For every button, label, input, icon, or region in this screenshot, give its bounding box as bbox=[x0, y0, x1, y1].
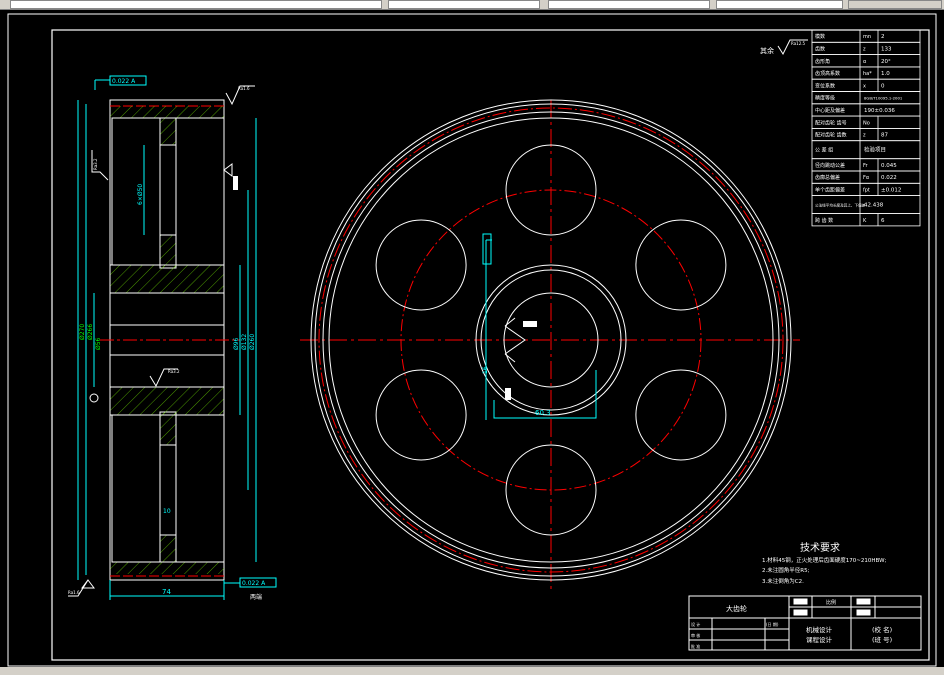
school-name: (校 名) bbox=[872, 625, 892, 634]
class-number: (班 号) bbox=[872, 635, 892, 644]
param-name: 中心距及偏差 bbox=[815, 107, 845, 114]
roughness-mark: Ra1.6 bbox=[238, 86, 250, 91]
keyway-depth-dim: 60.3 bbox=[535, 409, 551, 417]
param-value: 检验项目 bbox=[864, 146, 886, 154]
param-name: 变位系数 bbox=[815, 82, 835, 89]
date-label: (日 期) bbox=[766, 621, 779, 627]
param-name: 齿顶高系数 bbox=[815, 70, 840, 77]
roughness-value-box bbox=[233, 176, 238, 190]
param-name: 公 差 组 bbox=[815, 147, 833, 154]
lightening-hole-lower bbox=[159, 444, 177, 536]
param-symbol: fpt bbox=[863, 187, 870, 193]
rim-inner-dim: Ø260 bbox=[249, 334, 256, 350]
web-thickness-dim: 10 bbox=[163, 508, 171, 515]
status-bar bbox=[0, 667, 944, 675]
param-value: 0.045 bbox=[881, 163, 897, 169]
designer-label: 设 计 bbox=[691, 621, 700, 627]
param-value: 2 bbox=[881, 34, 885, 40]
color-dropdown[interactable] bbox=[388, 0, 540, 9]
param-symbol: Fα bbox=[863, 175, 870, 181]
bore-diameter-dim: Ø56 bbox=[95, 337, 102, 350]
param-symbol: ha* bbox=[863, 71, 872, 77]
course-line-1: 机械设计 bbox=[806, 625, 833, 634]
tech-req-item: 3.未注倒角为C2. bbox=[762, 577, 804, 585]
param-value: 1.0 bbox=[881, 71, 890, 77]
param-name: 径向跳动公差 bbox=[815, 162, 845, 169]
param-name: 齿形角 bbox=[815, 58, 830, 65]
hole-circle-dim: Ø132 bbox=[241, 334, 248, 350]
hole-dim: 6×Ø50 bbox=[137, 184, 144, 205]
runout-tolerance-top: 0.022 A bbox=[112, 78, 136, 85]
param-name: 齿廓总偏差 bbox=[815, 174, 840, 181]
param-symbol: mn bbox=[863, 34, 871, 40]
param-value: 8GB/T10095.1-2001 bbox=[864, 96, 903, 101]
param-name: 精度等级 bbox=[815, 95, 835, 102]
roughness-mark: Ra3.2 bbox=[93, 158, 98, 170]
drawing-canvas[interactable]: 16 60.3 Ø270 Ø266 Ø56 Ø96 Ø132 Ø260 6×Ø5… bbox=[0, 10, 944, 667]
other-surfaces-roughness: Ra12.5 bbox=[791, 41, 806, 46]
roughness-value-box bbox=[505, 388, 511, 400]
param-value: 87 bbox=[881, 133, 888, 139]
param-value: 42.438 bbox=[864, 203, 884, 209]
tech-req-item: 2.未注圆角半径R5; bbox=[762, 566, 810, 574]
tip-diameter-dim: Ø266 bbox=[87, 324, 94, 340]
lightening-hole-upper bbox=[159, 144, 177, 236]
scale-label: 比例 bbox=[826, 599, 836, 606]
keyway-width-dim: 16 bbox=[482, 366, 489, 374]
param-value: ±0.012 bbox=[881, 187, 901, 193]
tech-req-item: 1.材料45钢，正火处理后齿面硬度170~210HBW; bbox=[762, 556, 887, 564]
param-value: 0.022 bbox=[881, 175, 897, 181]
param-value: 133 bbox=[881, 46, 892, 52]
param-value: 190±0.036 bbox=[864, 108, 895, 114]
checker-label: 审 核 bbox=[691, 632, 700, 638]
layer-dropdown[interactable] bbox=[10, 0, 382, 9]
param-name: 配对齿轮 齿号 bbox=[815, 119, 847, 126]
face-width-dim: 74 bbox=[162, 588, 171, 596]
roughness-value-box bbox=[523, 321, 537, 327]
param-name: 跨 齿 数 bbox=[815, 217, 833, 224]
cad-toolbar bbox=[0, 0, 944, 10]
course-line-2: 课程设计 bbox=[806, 635, 833, 644]
param-symbol: x bbox=[863, 83, 866, 89]
plotstyle-dropdown[interactable] bbox=[848, 0, 942, 9]
param-symbol: z bbox=[863, 46, 866, 52]
param-symbol: No bbox=[863, 120, 870, 126]
param-name: 配对齿轮 齿数 bbox=[815, 132, 847, 139]
runout-tolerance-bottom: 0.022 A bbox=[242, 580, 266, 587]
param-name: 模数 bbox=[815, 33, 825, 40]
roughness-mark: Ra1.6 bbox=[68, 590, 80, 595]
param-name: 齿数 bbox=[815, 45, 825, 52]
param-value: 0 bbox=[881, 83, 885, 89]
datum-note: 两端 bbox=[250, 593, 262, 601]
lineweight-dropdown[interactable] bbox=[716, 0, 843, 9]
tech-req-title: 技术要求 bbox=[800, 541, 840, 554]
other-surfaces-label: 其余 bbox=[760, 46, 774, 55]
hub-lower bbox=[109, 386, 225, 416]
roughness-mark: Ra3.2 bbox=[168, 369, 180, 374]
param-symbol: z bbox=[863, 133, 866, 139]
param-name: 单个齿距偏差 bbox=[815, 186, 845, 193]
part-name: 大齿轮 bbox=[726, 604, 747, 613]
approver-label: 批 准 bbox=[691, 643, 700, 649]
hub-upper bbox=[109, 264, 225, 294]
param-value: 6 bbox=[881, 218, 885, 224]
outer-diameter-dim: Ø270 bbox=[79, 324, 86, 340]
linetype-dropdown[interactable] bbox=[548, 0, 710, 9]
hub-diameter-dim: Ø96 bbox=[233, 337, 240, 350]
param-value: 20° bbox=[881, 59, 891, 65]
param-name: 公法线平均长度及其上、下偏差 bbox=[815, 203, 866, 208]
